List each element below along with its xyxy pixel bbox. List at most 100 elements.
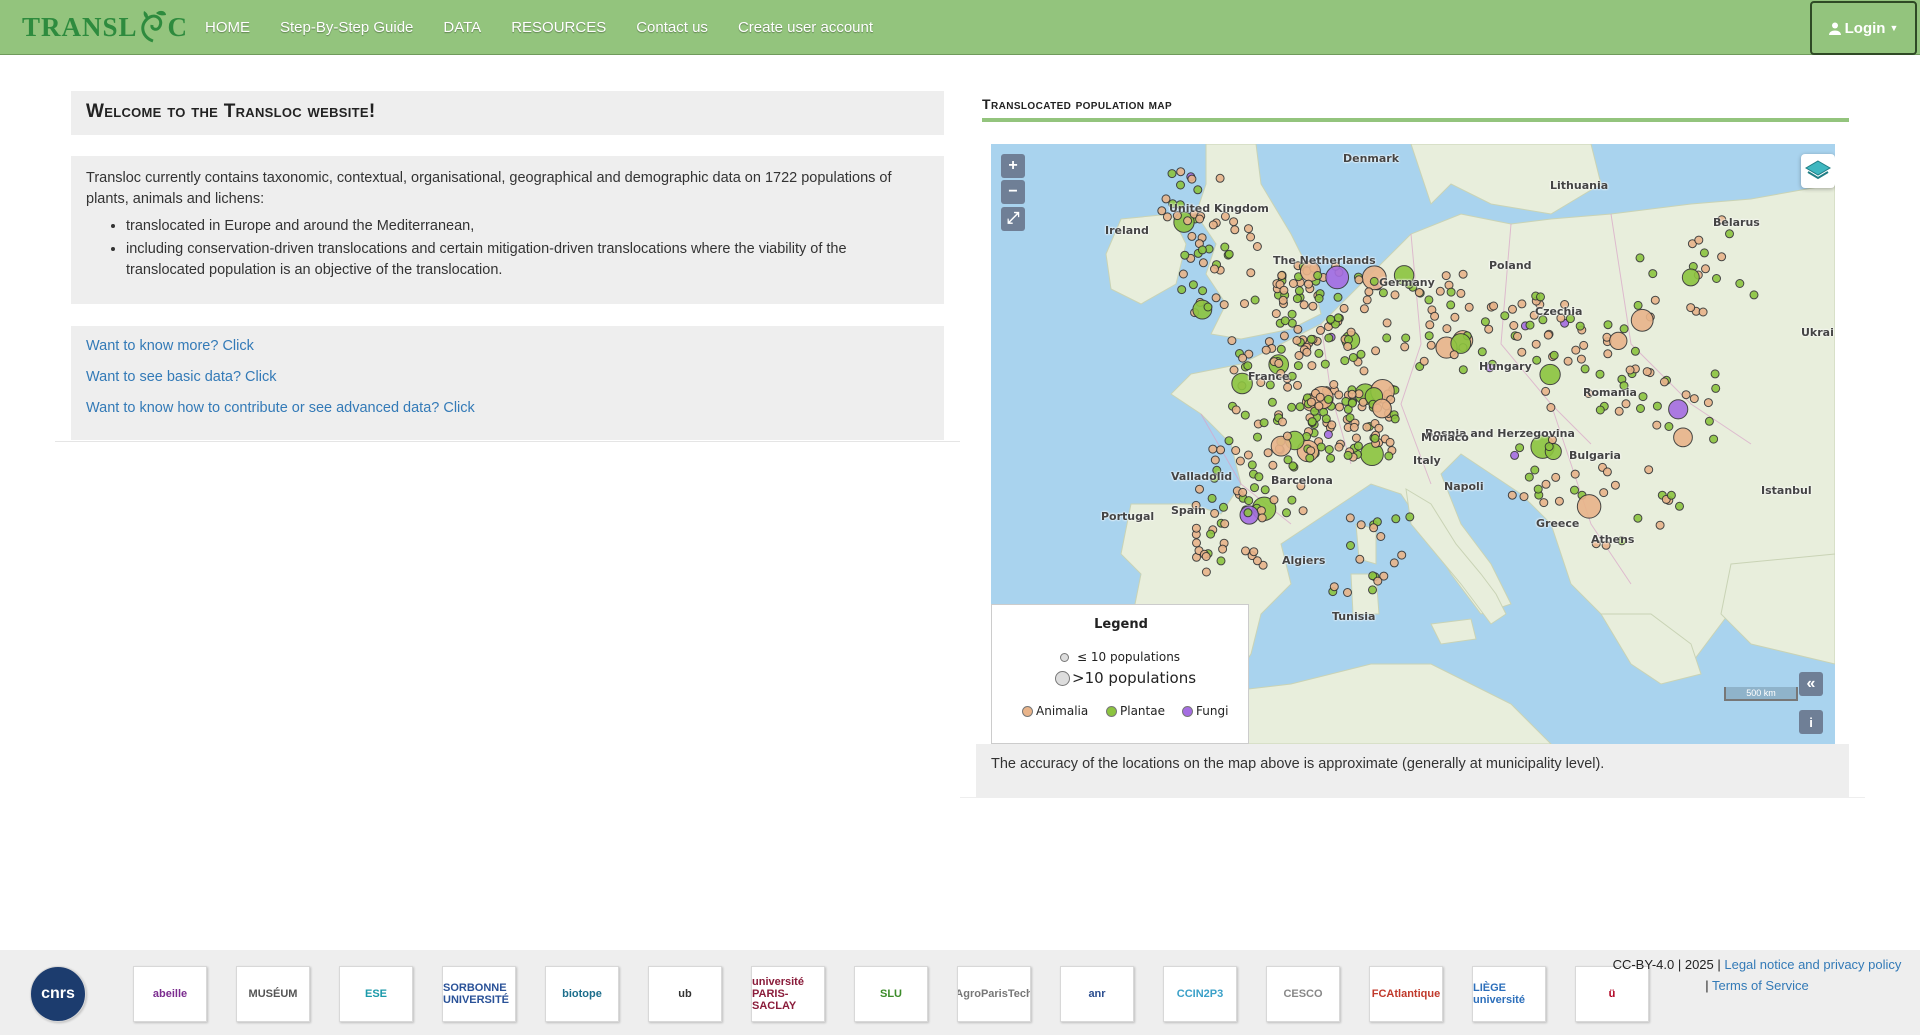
population-marker[interactable]	[1543, 330, 1553, 340]
population-marker[interactable]	[1391, 514, 1401, 524]
population-marker[interactable]	[1595, 369, 1605, 379]
population-marker[interactable]	[1211, 293, 1221, 303]
population-marker[interactable]	[1324, 333, 1334, 343]
population-marker[interactable]	[1306, 397, 1316, 407]
population-marker[interactable]	[1576, 494, 1602, 519]
population-marker[interactable]	[1530, 465, 1540, 475]
population-marker[interactable]	[1668, 399, 1689, 420]
population-marker[interactable]	[1400, 342, 1410, 352]
population-marker[interactable]	[1278, 295, 1288, 305]
population-marker[interactable]	[1709, 434, 1719, 444]
population-marker[interactable]	[1323, 430, 1333, 439]
population-marker[interactable]	[1364, 287, 1374, 297]
population-marker[interactable]	[1426, 340, 1436, 350]
population-marker[interactable]	[1238, 487, 1248, 497]
population-marker[interactable]	[1208, 444, 1218, 454]
population-marker[interactable]	[1219, 502, 1228, 512]
partner-logo[interactable]: ESE	[339, 966, 413, 1022]
population-marker[interactable]	[1541, 386, 1551, 396]
population-marker[interactable]	[1198, 258, 1208, 268]
population-marker[interactable]	[1293, 324, 1303, 334]
population-marker[interactable]	[1531, 339, 1541, 349]
population-marker[interactable]	[1210, 264, 1219, 274]
link-know-more[interactable]: Want to know more? Click	[86, 336, 929, 357]
population-marker[interactable]	[1354, 275, 1364, 285]
population-marker[interactable]	[1571, 345, 1581, 355]
population-marker[interactable]	[1260, 485, 1270, 495]
population-marker[interactable]	[1201, 552, 1211, 561]
population-marker[interactable]	[1252, 242, 1262, 251]
population-marker[interactable]	[1346, 327, 1356, 337]
population-marker[interactable]	[1293, 380, 1302, 390]
population-marker[interactable]	[1544, 442, 1554, 452]
legal-notice-link[interactable]: Legal notice and privacy policy	[1724, 957, 1901, 972]
population-marker[interactable]	[1241, 546, 1250, 556]
population-marker[interactable]	[1287, 309, 1297, 319]
population-marker[interactable]	[1570, 485, 1579, 495]
population-marker[interactable]	[1216, 556, 1226, 566]
population-marker[interactable]	[1510, 450, 1520, 460]
population-marker[interactable]	[1630, 346, 1640, 356]
population-marker[interactable]	[1215, 173, 1225, 183]
population-marker[interactable]	[1666, 490, 1676, 500]
population-marker[interactable]	[1563, 356, 1573, 366]
population-marker[interactable]	[1343, 342, 1353, 351]
population-marker[interactable]	[1278, 417, 1287, 427]
population-marker[interactable]	[1178, 269, 1188, 279]
population-marker[interactable]	[1246, 232, 1256, 242]
population-marker[interactable]	[1307, 417, 1317, 427]
population-marker[interactable]	[1376, 532, 1386, 541]
population-marker[interactable]	[1316, 325, 1325, 335]
population-marker[interactable]	[1664, 422, 1674, 431]
population-marker[interactable]	[1712, 274, 1721, 283]
population-marker[interactable]	[1313, 271, 1323, 280]
population-marker[interactable]	[1345, 513, 1355, 523]
partner-logo[interactable]: MUSÉUM	[236, 966, 310, 1022]
population-marker[interactable]	[1320, 359, 1330, 369]
terms-of-service-link[interactable]: Terms of Service	[1712, 978, 1809, 993]
population-marker[interactable]	[1355, 554, 1365, 564]
population-marker[interactable]	[1227, 336, 1237, 346]
population-marker[interactable]	[1610, 480, 1620, 490]
population-marker[interactable]	[1324, 394, 1333, 404]
population-marker[interactable]	[1219, 300, 1229, 310]
population-marker[interactable]	[1533, 484, 1543, 494]
population-marker[interactable]	[1619, 324, 1629, 334]
population-marker[interactable]	[1362, 422, 1372, 432]
population-marker[interactable]	[1177, 285, 1187, 295]
partner-logo[interactable]: université PARIS-SACLAY	[751, 966, 825, 1022]
population-marker[interactable]	[1287, 402, 1297, 412]
partner-logo[interactable]: CESCO	[1266, 966, 1340, 1022]
population-marker[interactable]	[1524, 472, 1534, 482]
population-marker[interactable]	[1180, 250, 1190, 260]
population-marker[interactable]	[1655, 520, 1665, 530]
population-marker[interactable]	[1176, 167, 1186, 177]
population-marker[interactable]	[1458, 269, 1468, 279]
population-marker[interactable]	[1681, 390, 1691, 400]
partner-logo[interactable]: abeille	[133, 966, 207, 1022]
population-marker[interactable]	[1326, 314, 1336, 324]
population-marker[interactable]	[1414, 288, 1424, 297]
population-marker[interactable]	[1456, 288, 1466, 298]
population-marker[interactable]	[1442, 324, 1452, 334]
population-marker[interactable]	[1644, 465, 1654, 475]
population-marker[interactable]	[1519, 492, 1529, 502]
population-marker[interactable]	[1167, 169, 1177, 179]
population-marker[interactable]	[1609, 331, 1628, 351]
partner-logo[interactable]: SLU	[854, 966, 928, 1022]
population-marker[interactable]	[1206, 529, 1216, 539]
population-marker[interactable]	[1389, 558, 1399, 568]
population-marker[interactable]	[1329, 582, 1339, 592]
population-marker[interactable]	[1602, 467, 1612, 477]
population-marker[interactable]	[1517, 347, 1527, 357]
population-marker[interactable]	[1243, 508, 1253, 518]
population-marker[interactable]	[1359, 366, 1369, 376]
population-marker[interactable]	[1198, 286, 1208, 296]
population-marker[interactable]	[1218, 544, 1228, 554]
population-marker[interactable]	[1193, 185, 1203, 195]
population-marker[interactable]	[1401, 333, 1411, 343]
population-marker[interactable]	[1650, 295, 1660, 305]
info-button[interactable]: i	[1799, 710, 1823, 734]
population-marker[interactable]	[1464, 302, 1474, 312]
population-marker[interactable]	[1575, 321, 1585, 331]
